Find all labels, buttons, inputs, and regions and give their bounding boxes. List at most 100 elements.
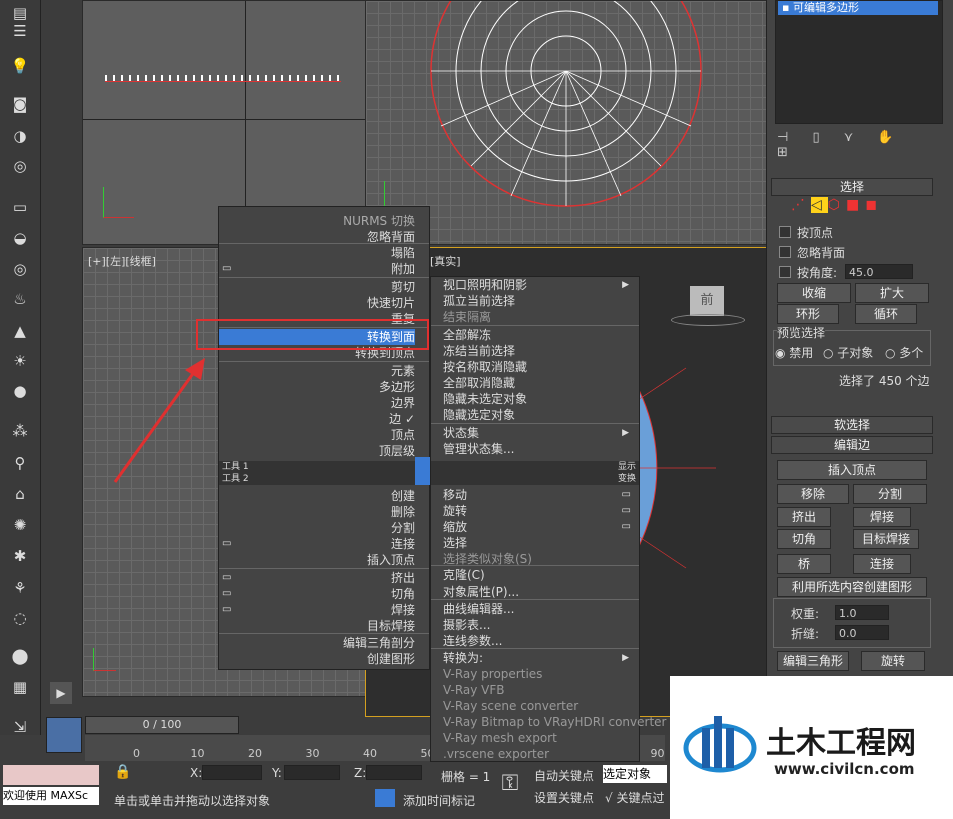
add-time-tag[interactable]: 添加时间标记 — [403, 792, 475, 809]
quad-right-item[interactable]: V-Ray properties — [443, 666, 633, 682]
sun-icon[interactable]: ☀ — [8, 350, 32, 372]
teapot-icon[interactable]: ♨ — [8, 288, 32, 310]
rollout-select[interactable]: 选择 — [771, 178, 933, 196]
y-field[interactable] — [284, 765, 340, 780]
quad-left-item[interactable]: 元素 — [219, 363, 415, 379]
quad-left-item[interactable]: 塌陷 — [219, 245, 415, 261]
box-icon[interactable]: ▭ — [8, 196, 32, 218]
quad-right-item[interactable]: 冻结当前选择 — [443, 343, 633, 359]
subobject-radio[interactable]: ○ 子对象 — [823, 344, 873, 361]
quad-left-item[interactable]: 顶层级 — [219, 443, 415, 459]
hemisphere-icon[interactable]: ◒ — [8, 227, 32, 249]
quad-right-item[interactable]: V-Ray VFB — [443, 682, 633, 698]
quad-right-item[interactable]: 转换为: ▶ — [443, 650, 633, 666]
sphere-icon[interactable]: ◑ — [8, 125, 32, 147]
settings-box-icon[interactable]: ▭ — [222, 570, 231, 586]
lock-icon[interactable]: 🔒 — [114, 764, 131, 780]
quad-left-item[interactable]: 边 ✓ — [219, 411, 415, 427]
script-icon[interactable]: ▦ — [8, 676, 32, 698]
auto-key-button[interactable]: 自动关键点 — [534, 767, 594, 784]
settings-box-icon[interactable]: ▭ — [222, 536, 231, 552]
quad-left-item[interactable]: 编辑三角剖分 — [219, 635, 415, 651]
quad-right-item[interactable]: 移动 ▭ — [443, 487, 633, 503]
quad-right-item[interactable]: 孤立当前选择 — [443, 293, 633, 309]
chamfer-button[interactable]: 切角 — [777, 529, 831, 549]
settings-box-icon[interactable]: ▭ — [622, 519, 631, 535]
torus-icon[interactable]: ◎ — [8, 258, 32, 280]
viewport-label-persp[interactable]: [真实] — [430, 253, 461, 269]
disabled-radio[interactable]: ◉ 禁用 — [775, 344, 813, 361]
time-slider[interactable]: 0 / 100 — [85, 716, 239, 734]
quad-left-item[interactable]: 插入顶点 — [219, 552, 415, 568]
quad-left-item[interactable]: 创建 — [219, 488, 415, 504]
insert-vertex-button[interactable]: 插入顶点 — [777, 460, 927, 480]
settings-box-icon[interactable]: ▭ — [222, 586, 231, 602]
maxscript-listener[interactable] — [3, 765, 99, 785]
quad-right-item[interactable]: 全部取消隐藏 — [443, 375, 633, 391]
stack-toolbar[interactable]: ⊣ ▯ ⋎ ✋ ⊞ — [777, 130, 937, 160]
view-cube[interactable]: 前 — [690, 286, 724, 316]
mini-listener-button[interactable]: ▶ — [50, 682, 72, 704]
angle-field[interactable]: 45.0 — [845, 264, 913, 279]
quad-right-item[interactable]: 结束隔离 — [443, 309, 633, 325]
hierarchy-icon[interactable]: ☰ — [8, 20, 32, 42]
quad-right-item[interactable]: V-Ray Bitmap to VRayHDRI converter — [443, 714, 666, 730]
bridge-button[interactable]: 桥 — [777, 554, 831, 574]
key-filter-button[interactable]: √ 关键点过 — [605, 789, 664, 806]
crease-field[interactable]: 0.0 — [835, 625, 889, 640]
quad-left-item[interactable]: 切角 ▭ — [219, 586, 415, 602]
quad-right-item[interactable]: 状态集 ▶ — [443, 425, 633, 441]
key-icon[interactable]: ⚿ — [490, 762, 530, 806]
ox-icon[interactable]: ◌ — [8, 607, 32, 629]
quad-left-item[interactable]: 挤出 ▭ — [219, 570, 415, 586]
settings-box-icon[interactable]: ▭ — [622, 503, 631, 519]
grow-button[interactable]: 扩大 — [855, 283, 929, 303]
set-key-button[interactable]: 设置关键点 — [534, 789, 594, 806]
helper-icon[interactable]: ⌂ — [8, 483, 32, 505]
weight-field[interactable]: 1.0 — [835, 605, 889, 620]
ring-button[interactable]: 环形 — [777, 304, 839, 324]
create-shape-button[interactable]: 利用所选内容创建图形 — [777, 577, 927, 597]
loop-button[interactable]: 循环 — [855, 304, 917, 324]
extrude-button[interactable]: 挤出 — [777, 507, 831, 527]
quad-right-item[interactable]: 选择类似对象(S) — [443, 551, 633, 567]
quad-left-item[interactable]: 焊接 ▭ — [219, 602, 415, 618]
quad-right-item[interactable]: 缩放 ▭ — [443, 519, 633, 535]
settings-box-icon[interactable]: ▭ — [222, 602, 231, 618]
quad-left-item[interactable]: 目标焊接 — [219, 618, 415, 634]
cone-icon[interactable]: ▲ — [8, 320, 32, 342]
quad-left-item[interactable]: 忽略背面 — [219, 229, 415, 245]
rollout-soft-select[interactable]: 软选择 — [771, 416, 933, 434]
modifier-stack-item[interactable]: ▪ 可编辑多边形 — [778, 1, 938, 15]
welcome-field[interactable]: 欢迎使用 MAXSc — [3, 787, 99, 805]
quad-left-item[interactable]: 顶点 — [219, 427, 415, 443]
quad-right-item[interactable]: 曲线编辑器... — [443, 601, 633, 617]
target-weld-button[interactable]: 目标焊接 — [853, 529, 919, 549]
grass-icon[interactable]: ✱ — [8, 545, 32, 567]
quad-right-item[interactable]: 连线参数... — [443, 633, 633, 649]
quad-left-item[interactable]: 连接 ▭ — [219, 536, 415, 552]
ball-icon[interactable]: ⬤ — [8, 645, 32, 667]
z-field[interactable] — [366, 765, 422, 780]
quad-right-item[interactable]: 选择 — [443, 535, 633, 551]
by-vertex-checkbox[interactable] — [779, 226, 791, 238]
remove-button[interactable]: 移除 — [777, 484, 849, 504]
quad-right-item[interactable]: V-Ray mesh export — [443, 730, 633, 746]
quad-left-item[interactable]: 删除 — [219, 504, 415, 520]
x-field[interactable] — [202, 765, 262, 780]
by-angle-checkbox[interactable] — [779, 266, 791, 278]
weld-button[interactable]: 焊接 — [853, 507, 911, 527]
light-icon[interactable]: 💡 — [8, 55, 32, 77]
quad-right-item[interactable]: V-Ray scene converter — [443, 698, 633, 714]
quad-right-item[interactable]: 隐藏选定对象 — [443, 407, 633, 423]
quad-right-item[interactable]: 隐藏未选定对象 — [443, 391, 633, 407]
viewport-label-left[interactable]: [+][左][线框] — [88, 253, 156, 269]
quad-left-item[interactable]: NURMS 切换 — [219, 213, 415, 229]
quad-left-item[interactable]: 剪切 — [219, 279, 415, 295]
quad-right-item[interactable]: .vrscene exporter — [443, 746, 633, 762]
quad-left-item[interactable]: 创建图形 — [219, 651, 415, 667]
turn-button[interactable]: 旋转 — [861, 651, 925, 671]
hf-icon[interactable]: ⚘ — [8, 577, 32, 599]
rollout-edit-edges[interactable]: 编辑边 — [771, 436, 933, 454]
settings-box-icon[interactable]: ▭ — [222, 261, 231, 277]
